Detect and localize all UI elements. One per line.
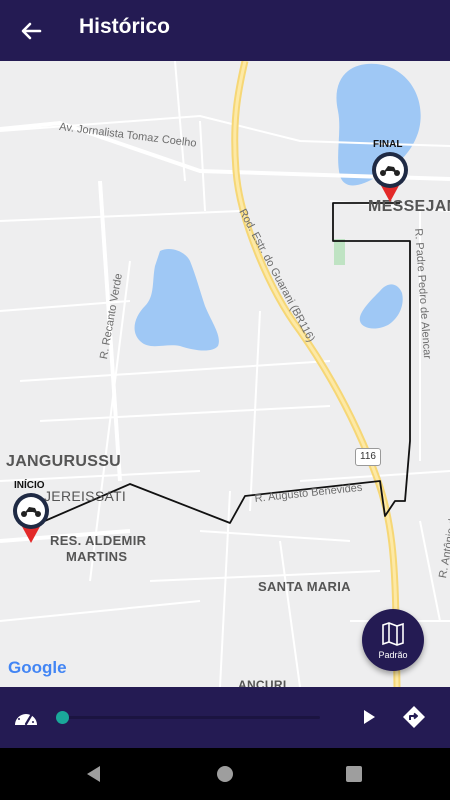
nav-back-icon[interactable]: [82, 762, 106, 786]
start-marker-label: INÍCIO: [14, 480, 45, 491]
end-marker[interactable]: [370, 150, 410, 204]
speedometer-icon[interactable]: [12, 705, 40, 729]
system-nav-bar: [0, 748, 450, 800]
map-style-button[interactable]: Padrão: [362, 609, 424, 671]
playback-progress-track[interactable]: [62, 716, 320, 719]
google-attribution: Google: [8, 658, 67, 677]
route-icon[interactable]: [402, 705, 426, 729]
route-map[interactable]: Av. Jornalista Tomaz Coelho Rod. Estr. d…: [0, 61, 450, 687]
end-marker-label: FINAL: [373, 139, 403, 150]
playback-bar: [0, 687, 450, 748]
play-icon[interactable]: [358, 705, 380, 729]
map-label-jereissati: JEREISSATI: [44, 488, 127, 504]
map-label-santa-maria: SANTA MARIA: [258, 579, 351, 594]
playback-progress-thumb[interactable]: [56, 711, 69, 724]
map-label-jangurussu: JANGURUSSU: [6, 453, 122, 470]
map-label-res-aldemir: RES. ALDEMIR: [50, 533, 147, 548]
map-icon: [381, 621, 405, 652]
map-style-label: Padrão: [378, 650, 408, 660]
app-bar: Histórico: [0, 0, 450, 61]
highway-shield: 116: [355, 448, 381, 466]
map-label-ancuri: ANCURI: [238, 678, 287, 687]
start-marker[interactable]: [11, 491, 51, 545]
map-label-martins: MARTINS: [66, 549, 128, 564]
page-title: Histórico: [79, 15, 171, 38]
nav-recents-icon[interactable]: [342, 762, 366, 786]
arrow-left-icon[interactable]: [14, 14, 48, 48]
nav-home-icon[interactable]: [213, 762, 237, 786]
